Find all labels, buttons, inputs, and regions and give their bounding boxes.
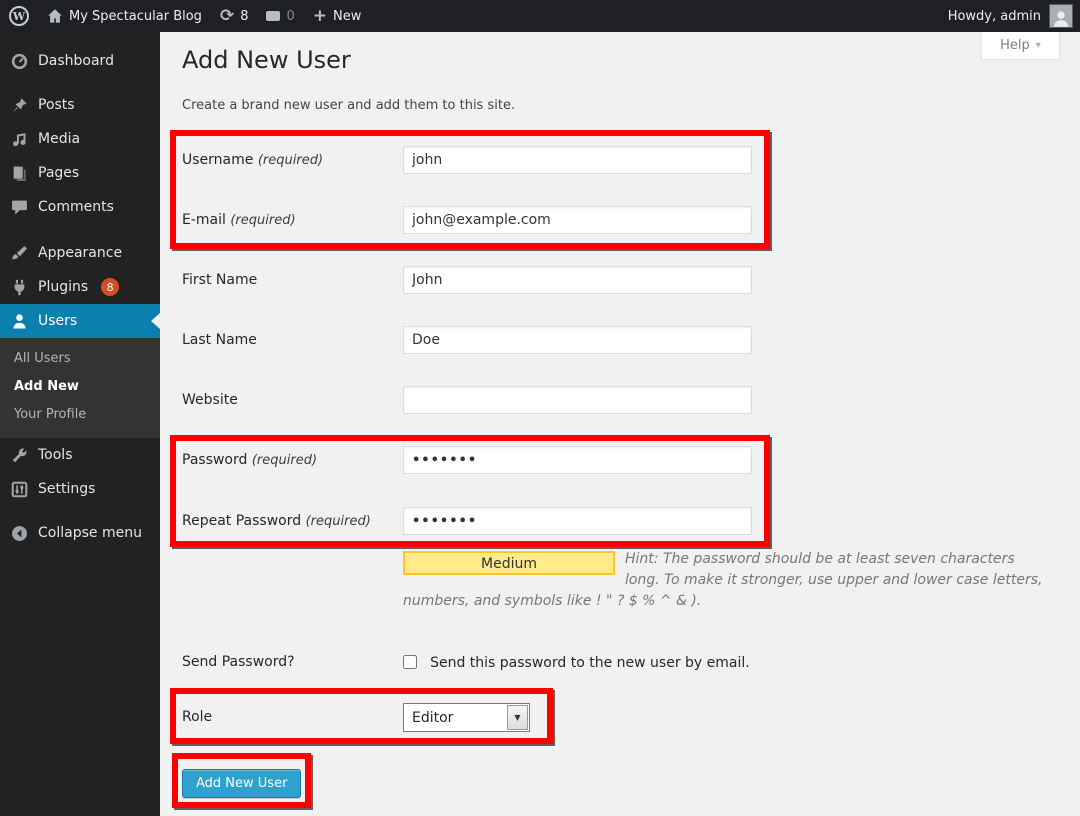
wordpress-logo-menu[interactable]: W [0,0,38,32]
first-name-label: First Name [182,272,257,288]
brush-icon [9,245,29,262]
dashboard-icon [9,53,29,70]
pages-icon [9,165,29,182]
settings-icon [9,481,29,498]
updates-link[interactable]: ⟳ 8 [211,0,258,32]
sidebar-item-label: Settings [38,481,95,497]
sidebar-item-label: Tools [38,447,73,463]
website-label: Website [182,392,238,408]
submenu-item-all-users[interactable]: All Users [0,345,160,373]
sidebar-item-dashboard[interactable]: Dashboard [0,44,160,78]
sidebar-item-users[interactable]: Users [0,304,160,338]
sidebar-item-label: Dashboard [38,53,114,69]
new-content-menu[interactable]: + New [304,0,371,32]
sidebar-item-comments[interactable]: Comments [0,190,160,224]
sidebar-item-posts[interactable]: Posts [0,88,160,122]
home-icon [47,8,63,24]
updates-count: 8 [240,9,248,24]
site-name-link[interactable]: My Spectacular Blog [38,0,211,32]
send-password-label: Send Password? [182,654,295,670]
users-submenu: All Users Add New Your Profile [0,338,160,438]
submenu-item-add-new[interactable]: Add New [0,373,160,401]
repeat-password-label: Repeat Password [182,513,301,529]
email-label: E-mail [182,212,226,228]
sidebar-item-label: Plugins [38,279,88,295]
username-label: Username [182,152,253,168]
plug-icon [9,279,29,296]
sidebar-item-label: Pages [38,165,79,181]
password-hint-area: Medium Hint: The password should be at l… [403,549,1051,612]
help-label: Help [1000,38,1030,53]
wrench-icon [9,447,29,464]
submenu-item-your-profile[interactable]: Your Profile [0,401,160,429]
last-name-input[interactable] [403,326,752,354]
password-required-note: (required) [252,453,317,468]
user-avatar[interactable] [1049,4,1073,28]
collapse-menu-button[interactable]: Collapse menu [0,516,160,550]
role-label: Role [182,709,212,725]
send-password-checkbox-label: Send this password to the new user by em… [430,655,750,671]
send-password-checkbox[interactable] [403,655,417,669]
role-selected-value: Editor [404,704,506,731]
sidebar-item-media[interactable]: Media [0,122,160,156]
comments-count: 0 [286,9,294,24]
repeat-password-required-note: (required) [306,514,371,529]
email-required-note: (required) [230,213,295,228]
site-name-label: My Spectacular Blog [69,9,202,24]
media-icon [9,131,29,148]
password-label: Password [182,452,247,468]
sidebar-item-tools[interactable]: Tools [0,438,160,472]
plugins-update-badge: 8 [101,278,119,296]
select-arrow-icon[interactable]: ▼ [507,705,528,730]
collapse-arrow-icon [9,525,29,542]
new-label: New [333,9,361,24]
email-input[interactable] [403,206,752,234]
wordpress-admin-screen: W My Spectacular Blog ⟳ 8 0 + New H [0,0,1080,816]
sidebar-item-label: Collapse menu [38,525,142,541]
role-select[interactable]: Editor ▼ [403,703,530,732]
comments-icon [9,199,29,216]
password-strength-meter: Medium [403,551,615,575]
user-icon [9,313,29,330]
sidebar-item-plugins[interactable]: Plugins 8 [0,270,160,304]
username-input[interactable] [403,146,752,174]
first-name-input[interactable] [403,266,752,294]
last-name-label: Last Name [182,332,257,348]
sidebar-item-label: Appearance [38,245,122,261]
comments-link[interactable]: 0 [257,0,303,32]
plus-icon: + [313,8,327,25]
help-button[interactable]: Help ▾ [981,32,1060,60]
sidebar-item-label: Posts [38,97,75,113]
howdy-admin-link[interactable]: Howdy, admin [948,9,1041,24]
sidebar-item-settings[interactable]: Settings [0,472,160,506]
page-description: Create a brand new user and add them to … [182,98,515,113]
sidebar-item-label: Users [38,313,77,329]
sidebar-item-pages[interactable]: Pages [0,156,160,190]
repeat-password-input[interactable] [403,507,752,535]
pushpin-icon [9,97,29,114]
username-required-note: (required) [258,153,323,168]
admin-bar: W My Spectacular Blog ⟳ 8 0 + New H [0,0,1080,32]
page-title: Add New User [182,46,351,74]
password-input[interactable] [403,446,752,474]
add-new-user-button[interactable]: Add New User [182,769,301,798]
wordpress-logo-icon: W [9,6,29,26]
main-content: Help ▾ Add New User Create a brand new u… [160,32,1080,816]
comment-bubble-icon [266,11,280,21]
website-input[interactable] [403,386,752,414]
sidebar-item-appearance[interactable]: Appearance [0,236,160,270]
chevron-down-icon: ▾ [1036,40,1041,51]
sidebar-item-label: Comments [38,199,114,215]
sidebar-item-label: Media [38,131,80,147]
updates-icon: ⟳ [220,8,234,25]
admin-sidebar: Dashboard Posts Media Pages Comments [0,32,160,816]
